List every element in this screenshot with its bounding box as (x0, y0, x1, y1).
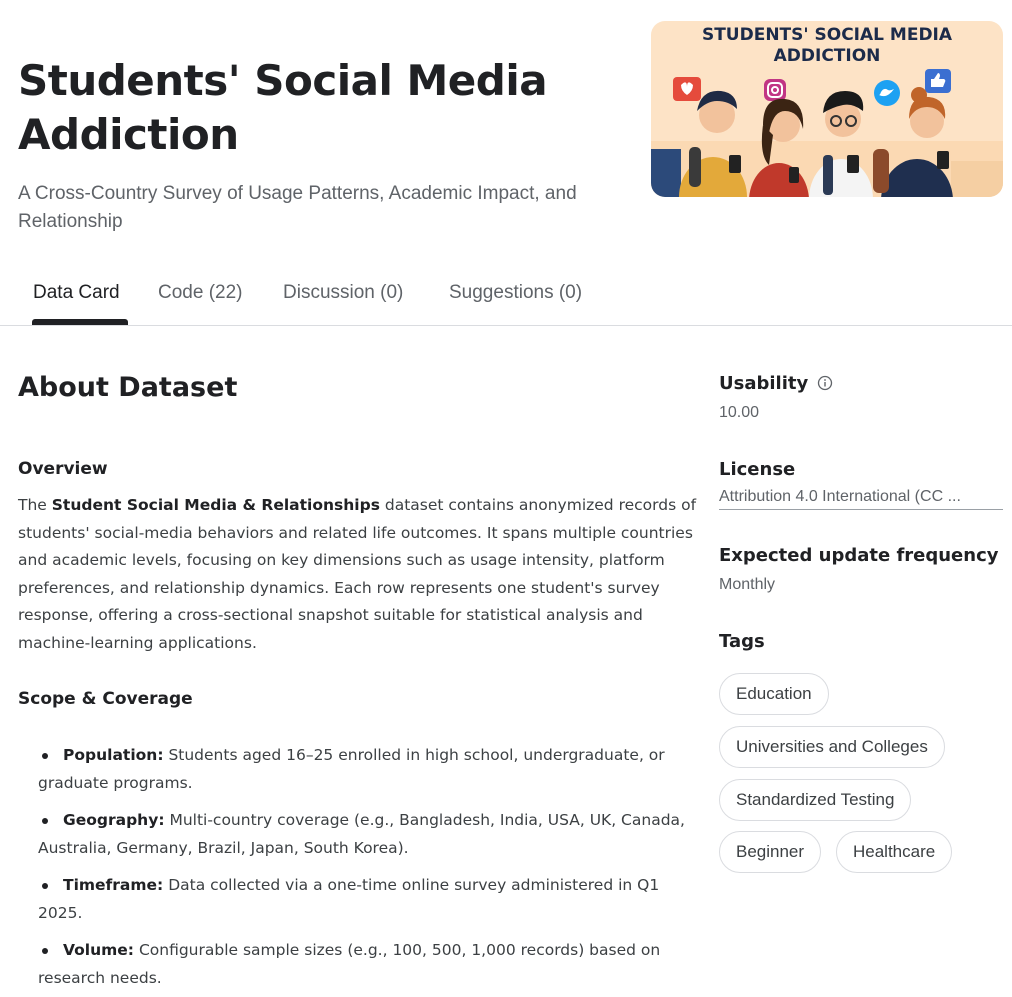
twitter-icon (874, 80, 900, 106)
scope-heading: Scope & Coverage (18, 689, 193, 709)
tab-suggestions[interactable]: Suggestions (0) (449, 282, 582, 304)
overview-paragraph: The Student Social Media & Relationships… (18, 492, 698, 657)
about-heading: About Dataset (18, 372, 238, 403)
tab-bar: Data Card Code (22) Discussion (0) Sugge… (0, 270, 1012, 326)
list-item: Geography: Multi-country coverage (e.g.,… (18, 807, 708, 862)
scope-list: Population: Students aged 16–25 enrolled… (18, 742, 708, 997)
usability-label: Usability (719, 373, 809, 394)
tag-chip-education[interactable]: Education (719, 673, 829, 715)
banner-title-line: STUDENTS' SOCIAL MEDIA (701, 25, 953, 45)
tag-chip-universities[interactable]: Universities and Colleges (719, 726, 945, 768)
bullet-icon (42, 818, 48, 824)
overview-body: dataset contains anonymized records of s… (18, 496, 697, 652)
dataset-name: Student Social Media & Relationships (51, 496, 380, 514)
license-link[interactable]: Attribution 4.0 International (CC ... (719, 488, 1003, 510)
tag-chip-healthcare[interactable]: Healthcare (836, 831, 953, 873)
bullet-icon (42, 753, 48, 759)
bullet-label: Timeframe: (63, 876, 164, 894)
active-tab-indicator (32, 319, 128, 325)
dataset-cover-image: STUDENTS' SOCIAL MEDIA ADDICTION (651, 21, 1003, 197)
page-subtitle: A Cross-Country Survey of Usage Patterns… (18, 183, 577, 232)
heart-icon (673, 77, 701, 101)
list-item: Population: Students aged 16–25 enrolled… (18, 742, 708, 797)
update-frequency-value: Monthly (719, 576, 776, 593)
page-title: Students' Social Media Addiction (18, 56, 548, 159)
banner-title-line: ADDICTION (773, 46, 881, 66)
tags-label: Tags (719, 631, 765, 652)
license-label: License (719, 459, 796, 480)
list-item: Timeframe: Data collected via a one-time… (18, 872, 708, 927)
usability-value: 10.00 (719, 404, 760, 421)
overview-prefix: The (18, 496, 52, 514)
list-item: Volume: Configurable sample sizes (e.g.,… (18, 937, 708, 992)
bullet-label: Population: (63, 746, 164, 764)
tag-chip-beginner[interactable]: Beginner (719, 831, 822, 873)
banner-title: STUDENTS' SOCIAL MEDIA ADDICTION (651, 25, 1003, 67)
tab-discussion[interactable]: Discussion (0) (283, 282, 403, 304)
bullet-label: Volume: (63, 941, 135, 959)
bullet-icon (42, 883, 48, 889)
bullet-icon (42, 948, 48, 954)
tab-data-card[interactable]: Data Card (33, 282, 120, 304)
instagram-icon (764, 79, 786, 101)
thumbs-up-icon (925, 69, 951, 93)
update-frequency-label: Expected update frequency (719, 545, 999, 566)
overview-heading: Overview (18, 459, 108, 479)
tab-code[interactable]: Code (22) (158, 282, 243, 304)
bullet-label: Geography: (63, 811, 165, 829)
info-icon[interactable] (817, 375, 833, 391)
tag-chip-standardized-testing[interactable]: Standardized Testing (719, 779, 912, 821)
